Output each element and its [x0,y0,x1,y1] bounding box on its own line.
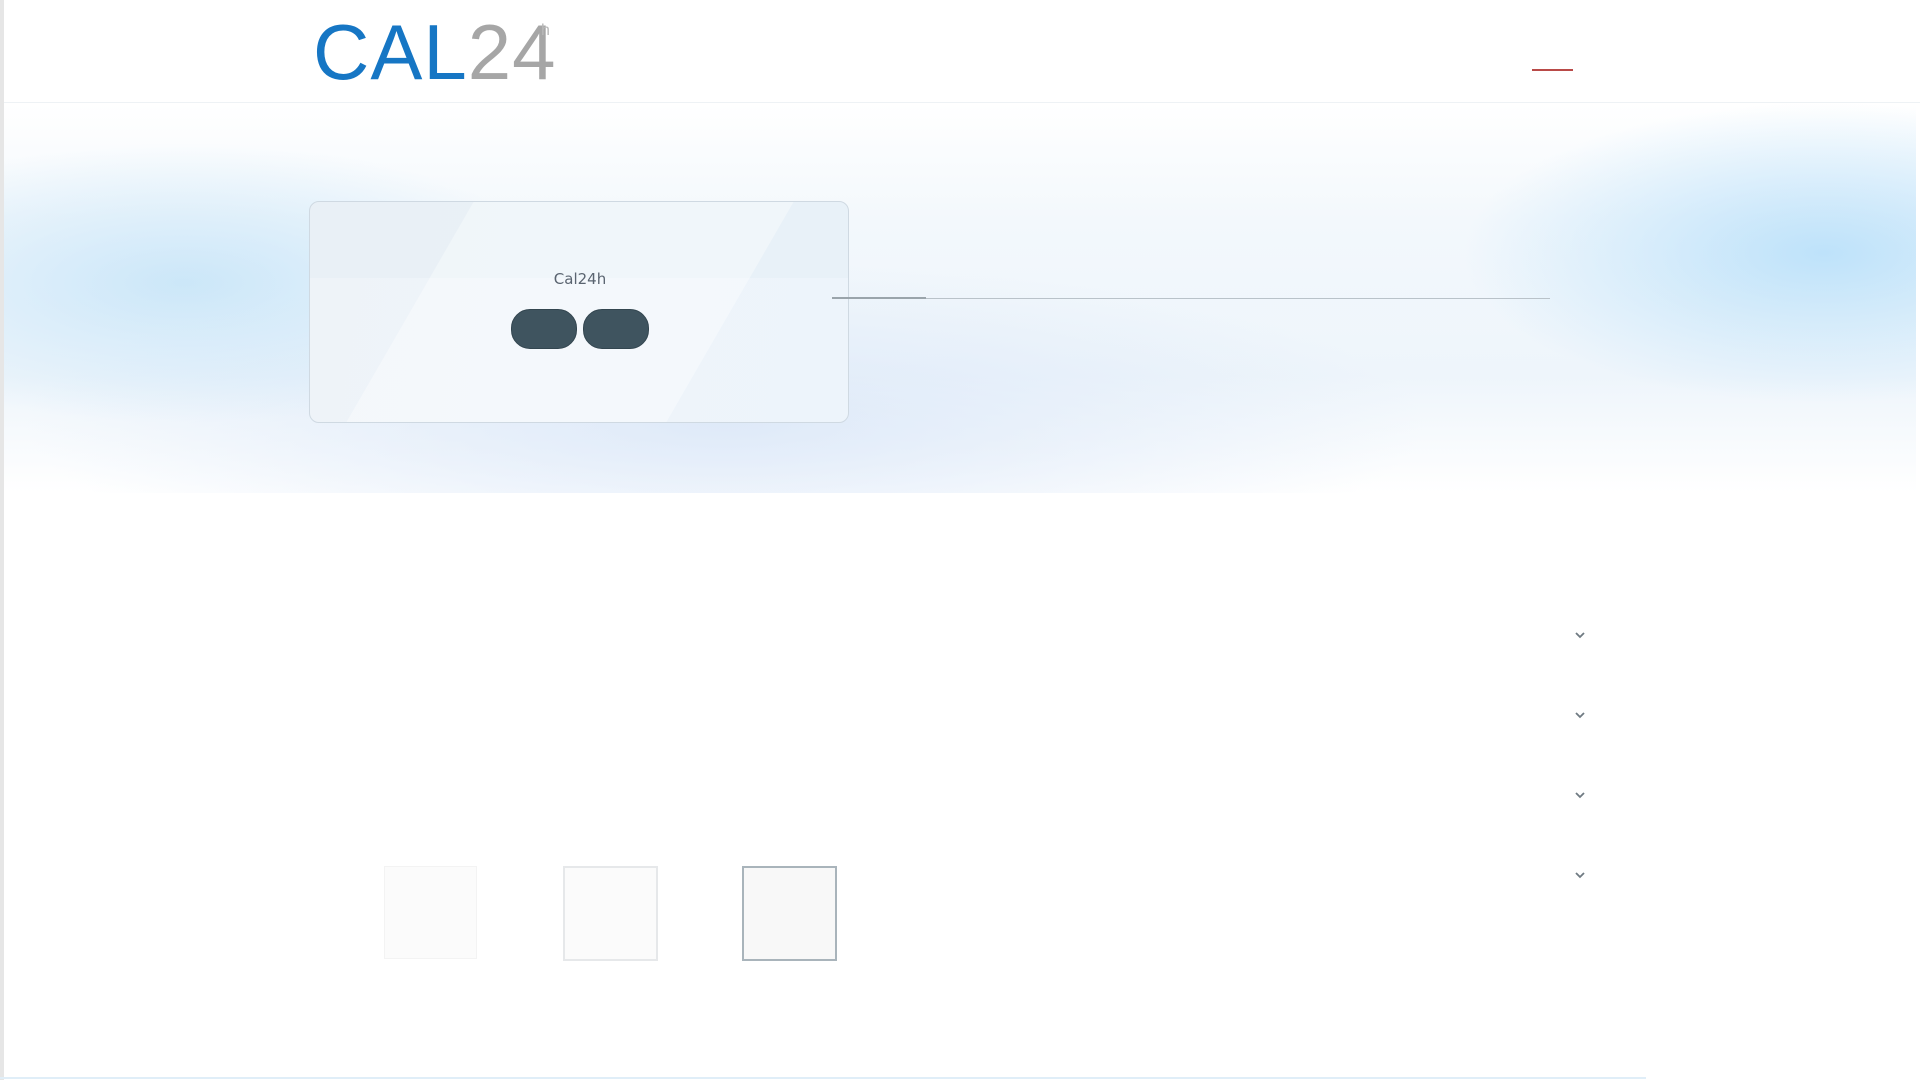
footer-divider [0,1077,1646,1079]
logo-superscript: h [541,22,550,39]
panel-title: Cal24h [553,270,607,288]
site-logo[interactable]: CAL24 h [313,12,557,92]
hero-slider-panel: Cal24h [309,201,849,423]
logo-wordmark-cal: CAL [313,8,468,96]
chevron-down-icon[interactable] [1571,788,1589,806]
hero-divider [832,298,1550,299]
accordion-item[interactable] [309,780,1589,820]
hero-divider-accent [832,297,926,299]
slider-prev-button[interactable] [511,309,577,349]
accordion-item[interactable] [309,620,1589,660]
menu-toggle-icon[interactable] [1532,69,1573,71]
thumbnail-1[interactable] [384,866,477,959]
thumbnail-2[interactable] [563,866,658,961]
chevron-down-icon[interactable] [1571,868,1589,886]
slider-next-button[interactable] [583,309,649,349]
chevron-down-icon[interactable] [1571,708,1589,726]
chevron-down-icon[interactable] [1571,628,1589,646]
thumbnail-3-active[interactable] [742,866,837,961]
site-header: CAL24 h [4,0,1920,103]
accordion-item[interactable] [309,860,1589,900]
accordion-item[interactable] [309,700,1589,740]
